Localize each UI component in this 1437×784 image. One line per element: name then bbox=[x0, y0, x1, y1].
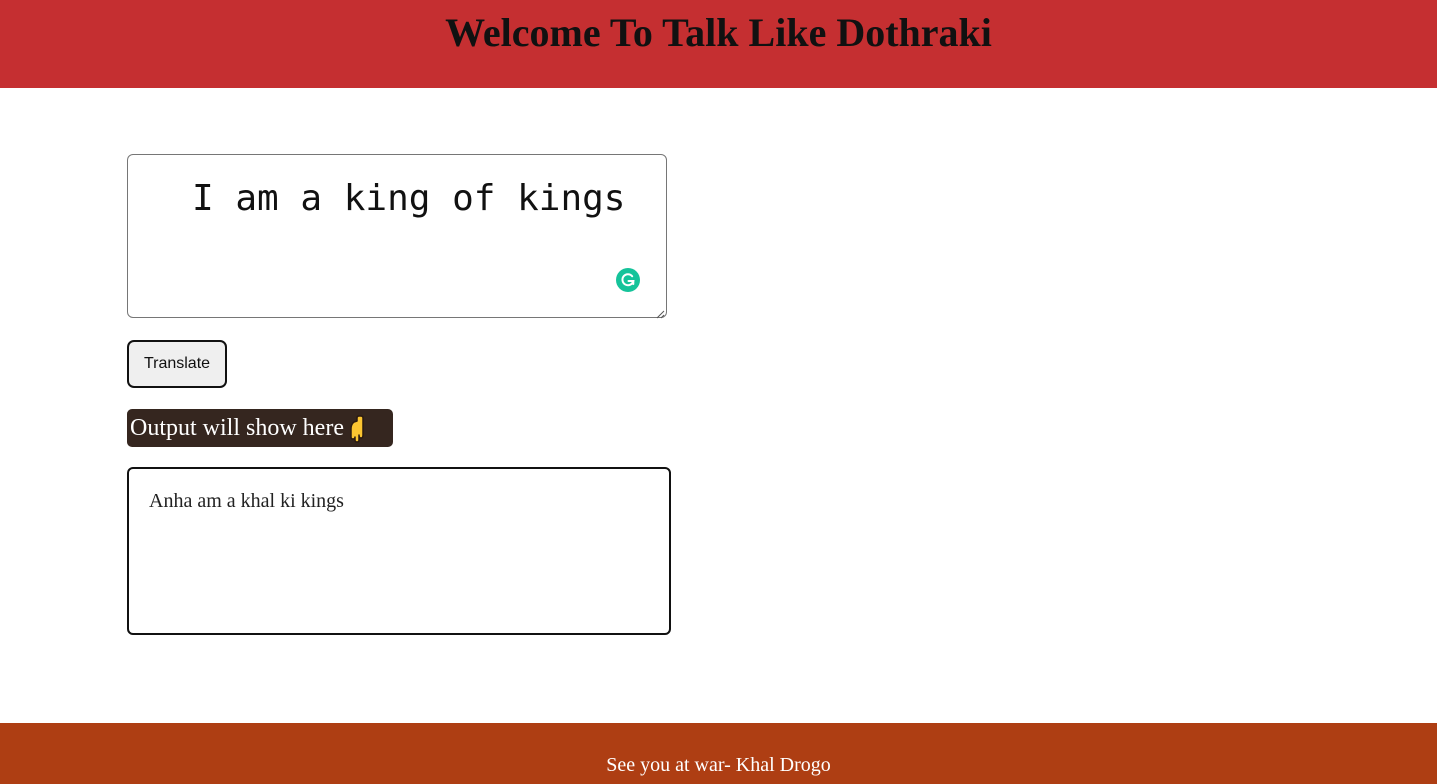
translate-button[interactable]: Translate bbox=[127, 340, 227, 388]
grammarly-icon[interactable] bbox=[616, 268, 640, 292]
output-text: Anha am a khal ki kings bbox=[149, 490, 344, 512]
output-box: Anha am a khal ki kings bbox=[127, 467, 671, 635]
output-label: Output will show here bbox=[127, 409, 393, 447]
page-title: Welcome To Talk Like Dothraki bbox=[445, 10, 992, 55]
input-textarea[interactable]: I am a king of kings bbox=[127, 154, 667, 319]
footer-text: See you at war- Khal Drogo bbox=[606, 754, 831, 776]
input-text-value[interactable]: I am a king of kings bbox=[192, 177, 625, 221]
pointing-down-hand-icon bbox=[349, 415, 369, 443]
page-footer: See you at war- Khal Drogo bbox=[0, 723, 1437, 784]
output-label-text: Output will show here bbox=[130, 415, 344, 441]
page-header: Welcome To Talk Like Dothraki bbox=[0, 0, 1437, 88]
resize-handle-icon[interactable] bbox=[655, 306, 665, 319]
